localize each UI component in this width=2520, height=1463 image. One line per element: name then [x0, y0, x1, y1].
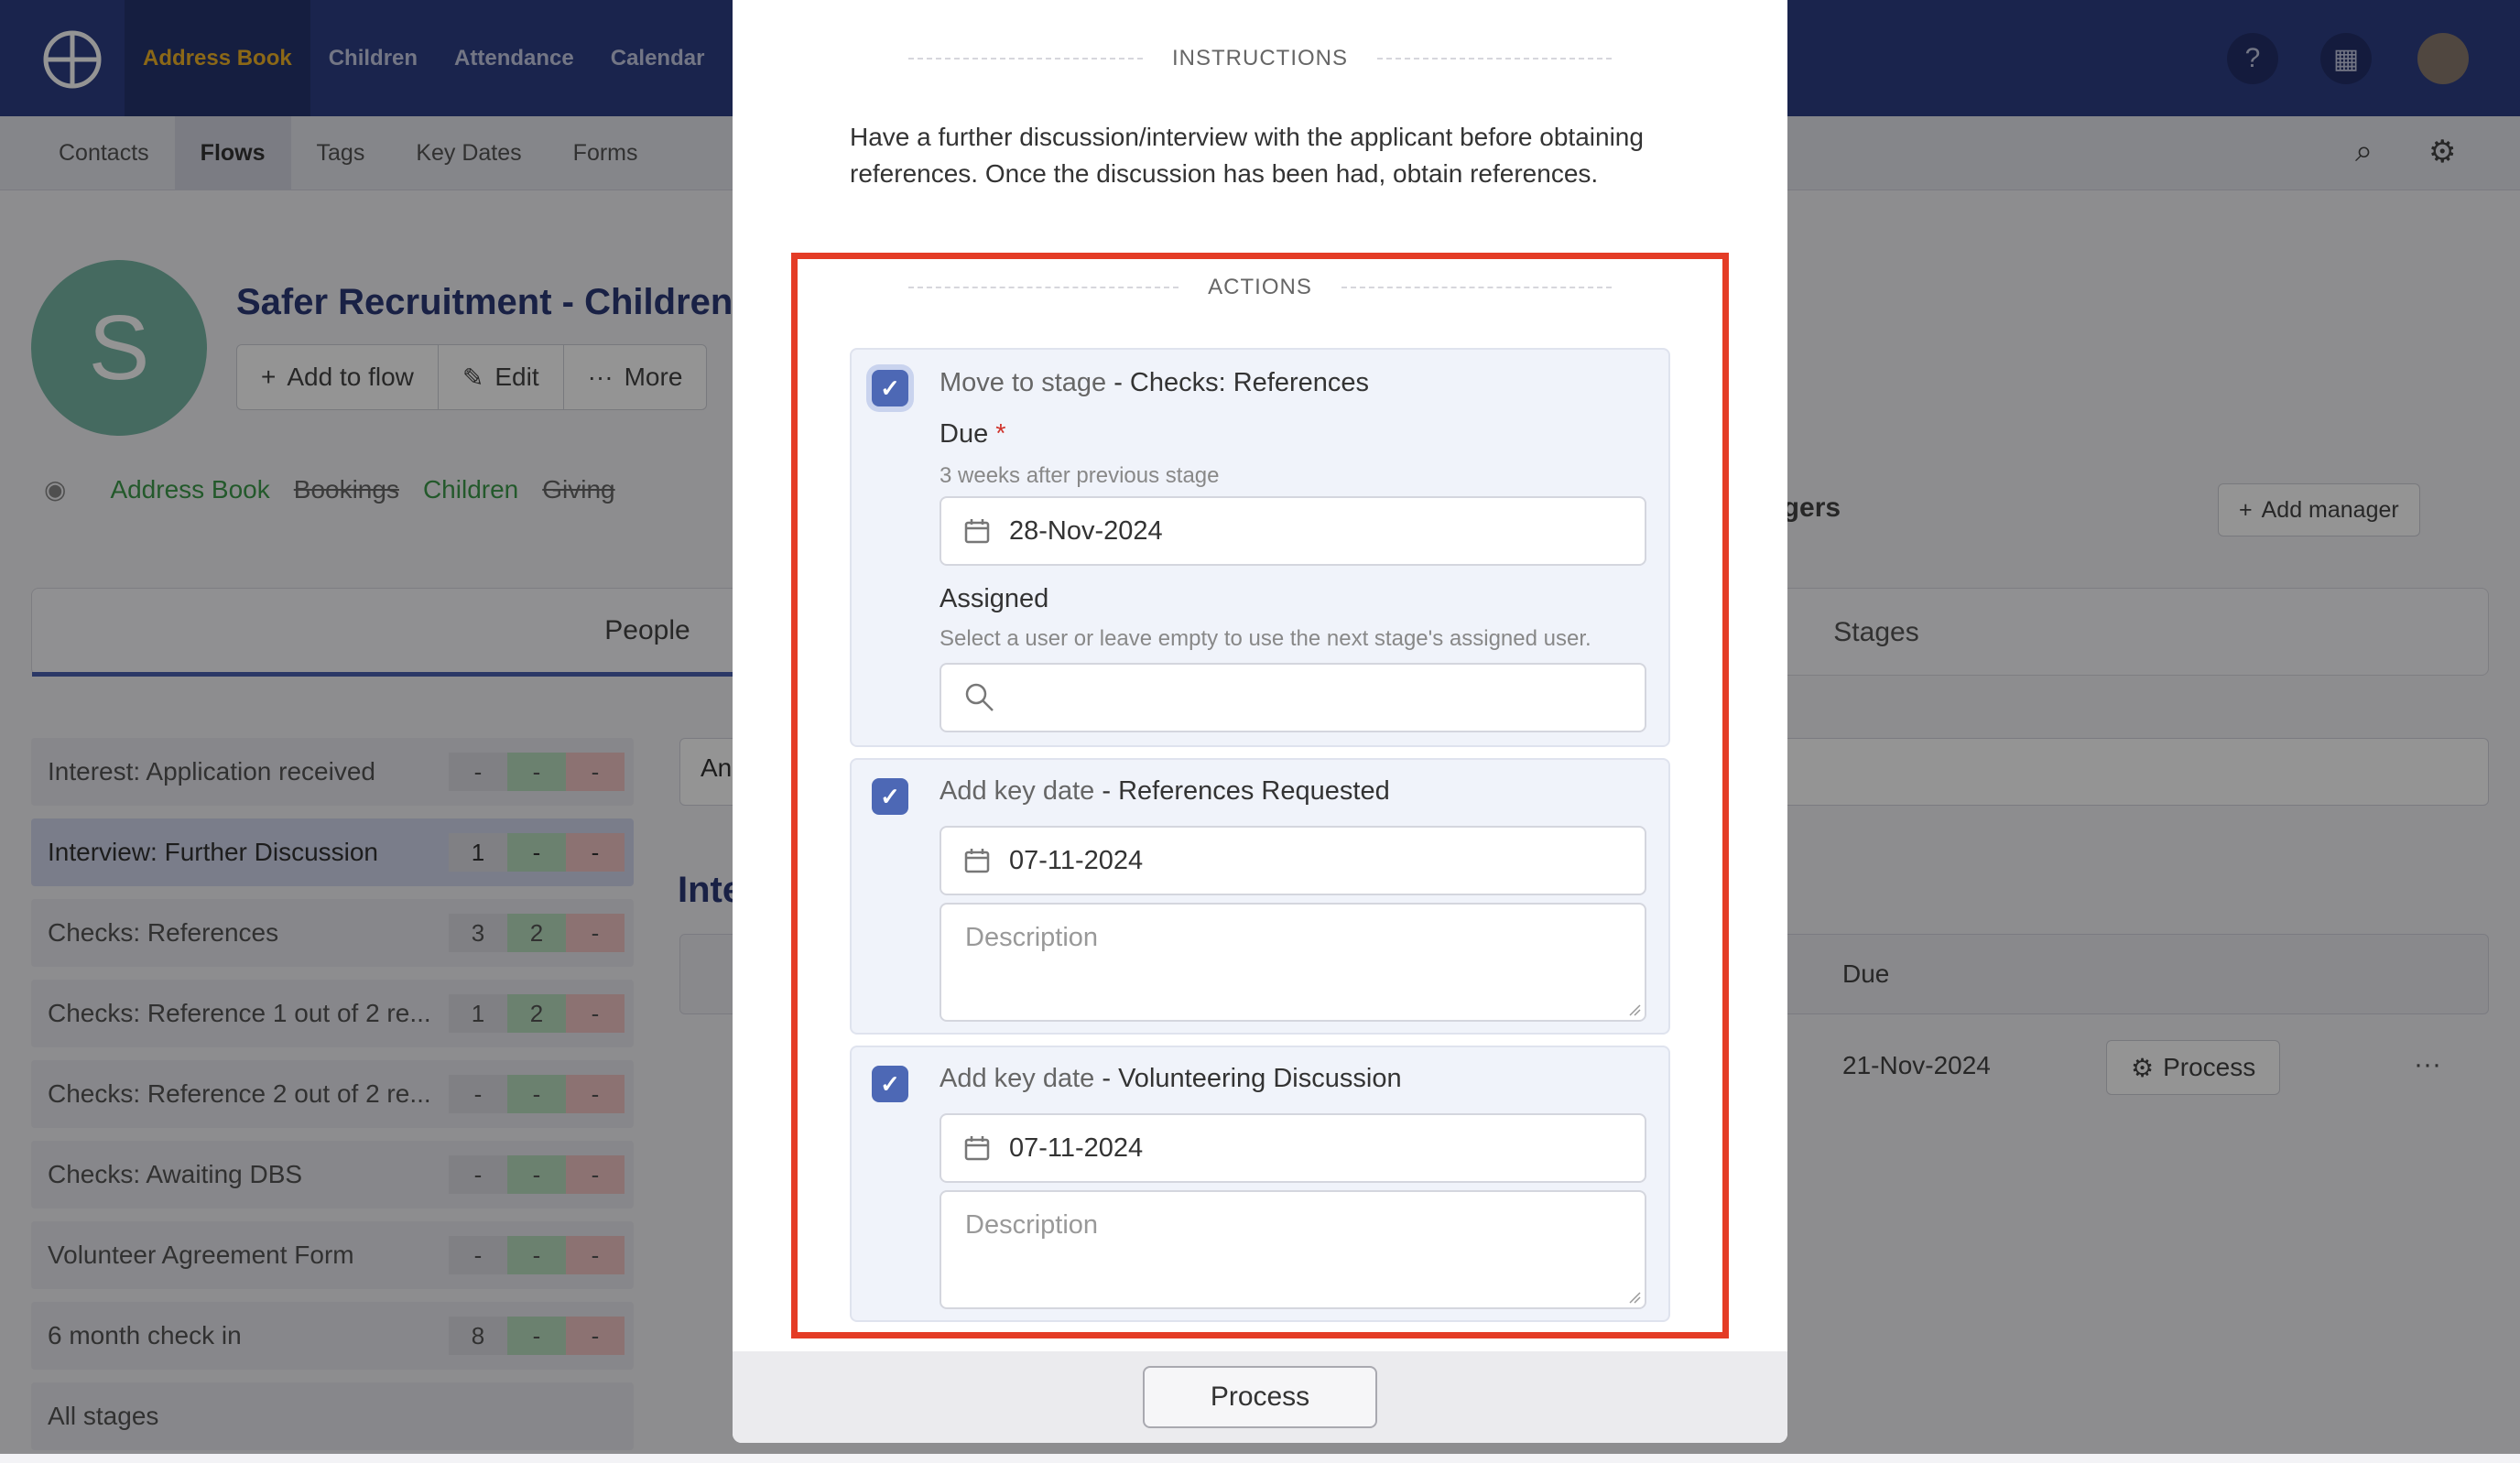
assigned-user-search[interactable]	[940, 663, 1646, 732]
key-date-references-date-input[interactable]: 07-11-2024	[940, 826, 1646, 895]
key-date-references-description[interactable]: Description	[940, 903, 1646, 1022]
resize-handle-icon[interactable]	[1626, 1289, 1641, 1304]
assigned-hint: Select a user or leave empty to use the …	[940, 626, 1591, 651]
instructions-heading: INSTRUCTIONS	[908, 46, 1612, 71]
key-date-volunteering-date-input[interactable]: 07-11-2024	[940, 1113, 1646, 1183]
due-label: Due *	[940, 419, 1006, 449]
calendar-icon	[964, 849, 990, 873]
process-modal: INSTRUCTIONS Have a further discussion/i…	[733, 0, 1787, 1443]
key-date-volunteering-title: Add key date - Volunteering Discussion	[940, 1064, 1402, 1093]
key-date-references-checkbox[interactable]: ✓	[872, 778, 908, 815]
move-stage-title: Move to stage - Checks: References	[940, 368, 1370, 397]
process-button[interactable]: Process	[1143, 1366, 1377, 1428]
search-icon	[965, 683, 994, 711]
required-mark: *	[995, 419, 1006, 449]
modal-footer: Process	[733, 1351, 1787, 1443]
key-date-references-title: Add key date - References Requested	[940, 776, 1390, 806]
due-hint: 3 weeks after previous stage	[940, 463, 1220, 488]
calendar-icon	[964, 1136, 990, 1161]
move-stage-checkbox[interactable]: ✓	[872, 370, 908, 406]
key-date-volunteering-checkbox[interactable]: ✓	[872, 1066, 908, 1102]
due-date-input[interactable]: 28-Nov-2024	[940, 496, 1646, 566]
assigned-label: Assigned	[940, 584, 1049, 613]
actions-heading: ACTIONS	[908, 275, 1612, 300]
resize-handle-icon[interactable]	[1626, 1002, 1641, 1016]
instructions-text: Have a further discussion/interview with…	[850, 123, 1644, 188]
calendar-icon	[964, 519, 990, 544]
key-date-card-references: ✓ Add key date - References Requested 07…	[850, 758, 1670, 1035]
key-date-volunteering-description[interactable]: Description	[940, 1190, 1646, 1309]
key-date-card-volunteering: ✓ Add key date - Volunteering Discussion…	[850, 1046, 1670, 1322]
move-stage-card: ✓ Move to stage - Checks: References Due…	[850, 348, 1670, 747]
